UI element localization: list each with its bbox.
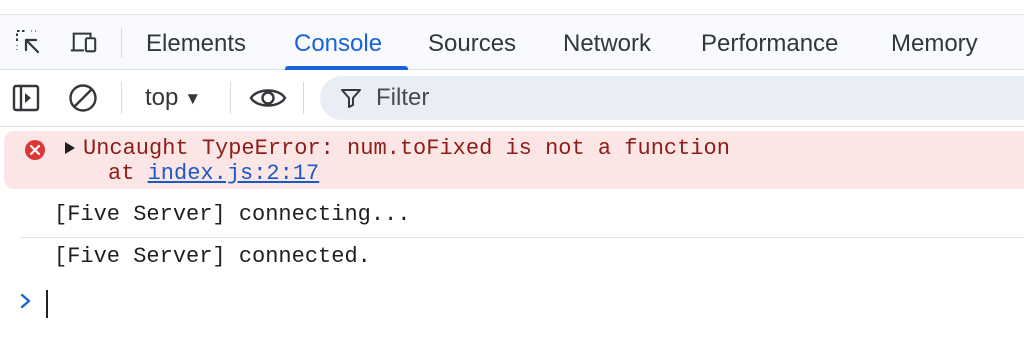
console-toolbar: top ▼ xyxy=(0,70,1024,127)
stack-prefix: at xyxy=(108,161,148,186)
console-error-message: Uncaught TypeError: num.toFixed is not a… xyxy=(4,131,1024,189)
caret-down-icon: ▼ xyxy=(184,89,202,108)
log-separator xyxy=(20,237,1024,238)
context-selector-label: top xyxy=(145,84,179,111)
show-sidebar-icon[interactable] xyxy=(10,82,42,114)
console-log-line: [Five Server] connected. xyxy=(54,244,371,269)
context-selector[interactable]: top ▼ xyxy=(145,70,201,126)
tab-bar-separator xyxy=(121,28,122,58)
tab-performance[interactable]: Performance xyxy=(701,15,838,69)
tab-elements[interactable]: Elements xyxy=(146,15,246,69)
error-stack-line: at index.js:2:17 xyxy=(108,160,319,188)
inspect-element-icon[interactable] xyxy=(14,28,42,56)
expand-triangle-icon[interactable] xyxy=(62,140,78,156)
filter-icon xyxy=(341,89,361,108)
tab-sources[interactable]: Sources xyxy=(428,15,516,69)
filter-input[interactable] xyxy=(376,76,976,120)
clear-console-icon[interactable] xyxy=(67,82,99,114)
error-text: Uncaught TypeError: num.toFixed is not a… xyxy=(83,136,730,161)
live-expression-eye-icon[interactable] xyxy=(249,82,287,114)
tab-network[interactable]: Network xyxy=(563,15,651,69)
prompt-chevron-icon xyxy=(20,293,31,309)
devtools-tab-bar: Elements Console Sources Network Perform… xyxy=(0,15,1024,70)
tab-console[interactable]: Console xyxy=(294,15,382,69)
filter-box[interactable] xyxy=(320,76,1024,120)
toolbar-separator xyxy=(303,82,304,114)
toolbar-separator xyxy=(121,82,122,114)
console-input-cursor[interactable] xyxy=(46,290,48,318)
error-icon xyxy=(25,140,45,160)
tab-memory[interactable]: Memory xyxy=(891,15,978,69)
device-toolbar-icon[interactable] xyxy=(70,28,98,56)
source-link[interactable]: index.js:2:17 xyxy=(148,161,320,186)
console-log-line: [Five Server] connecting... xyxy=(54,202,411,227)
toolbar-separator xyxy=(230,82,231,114)
